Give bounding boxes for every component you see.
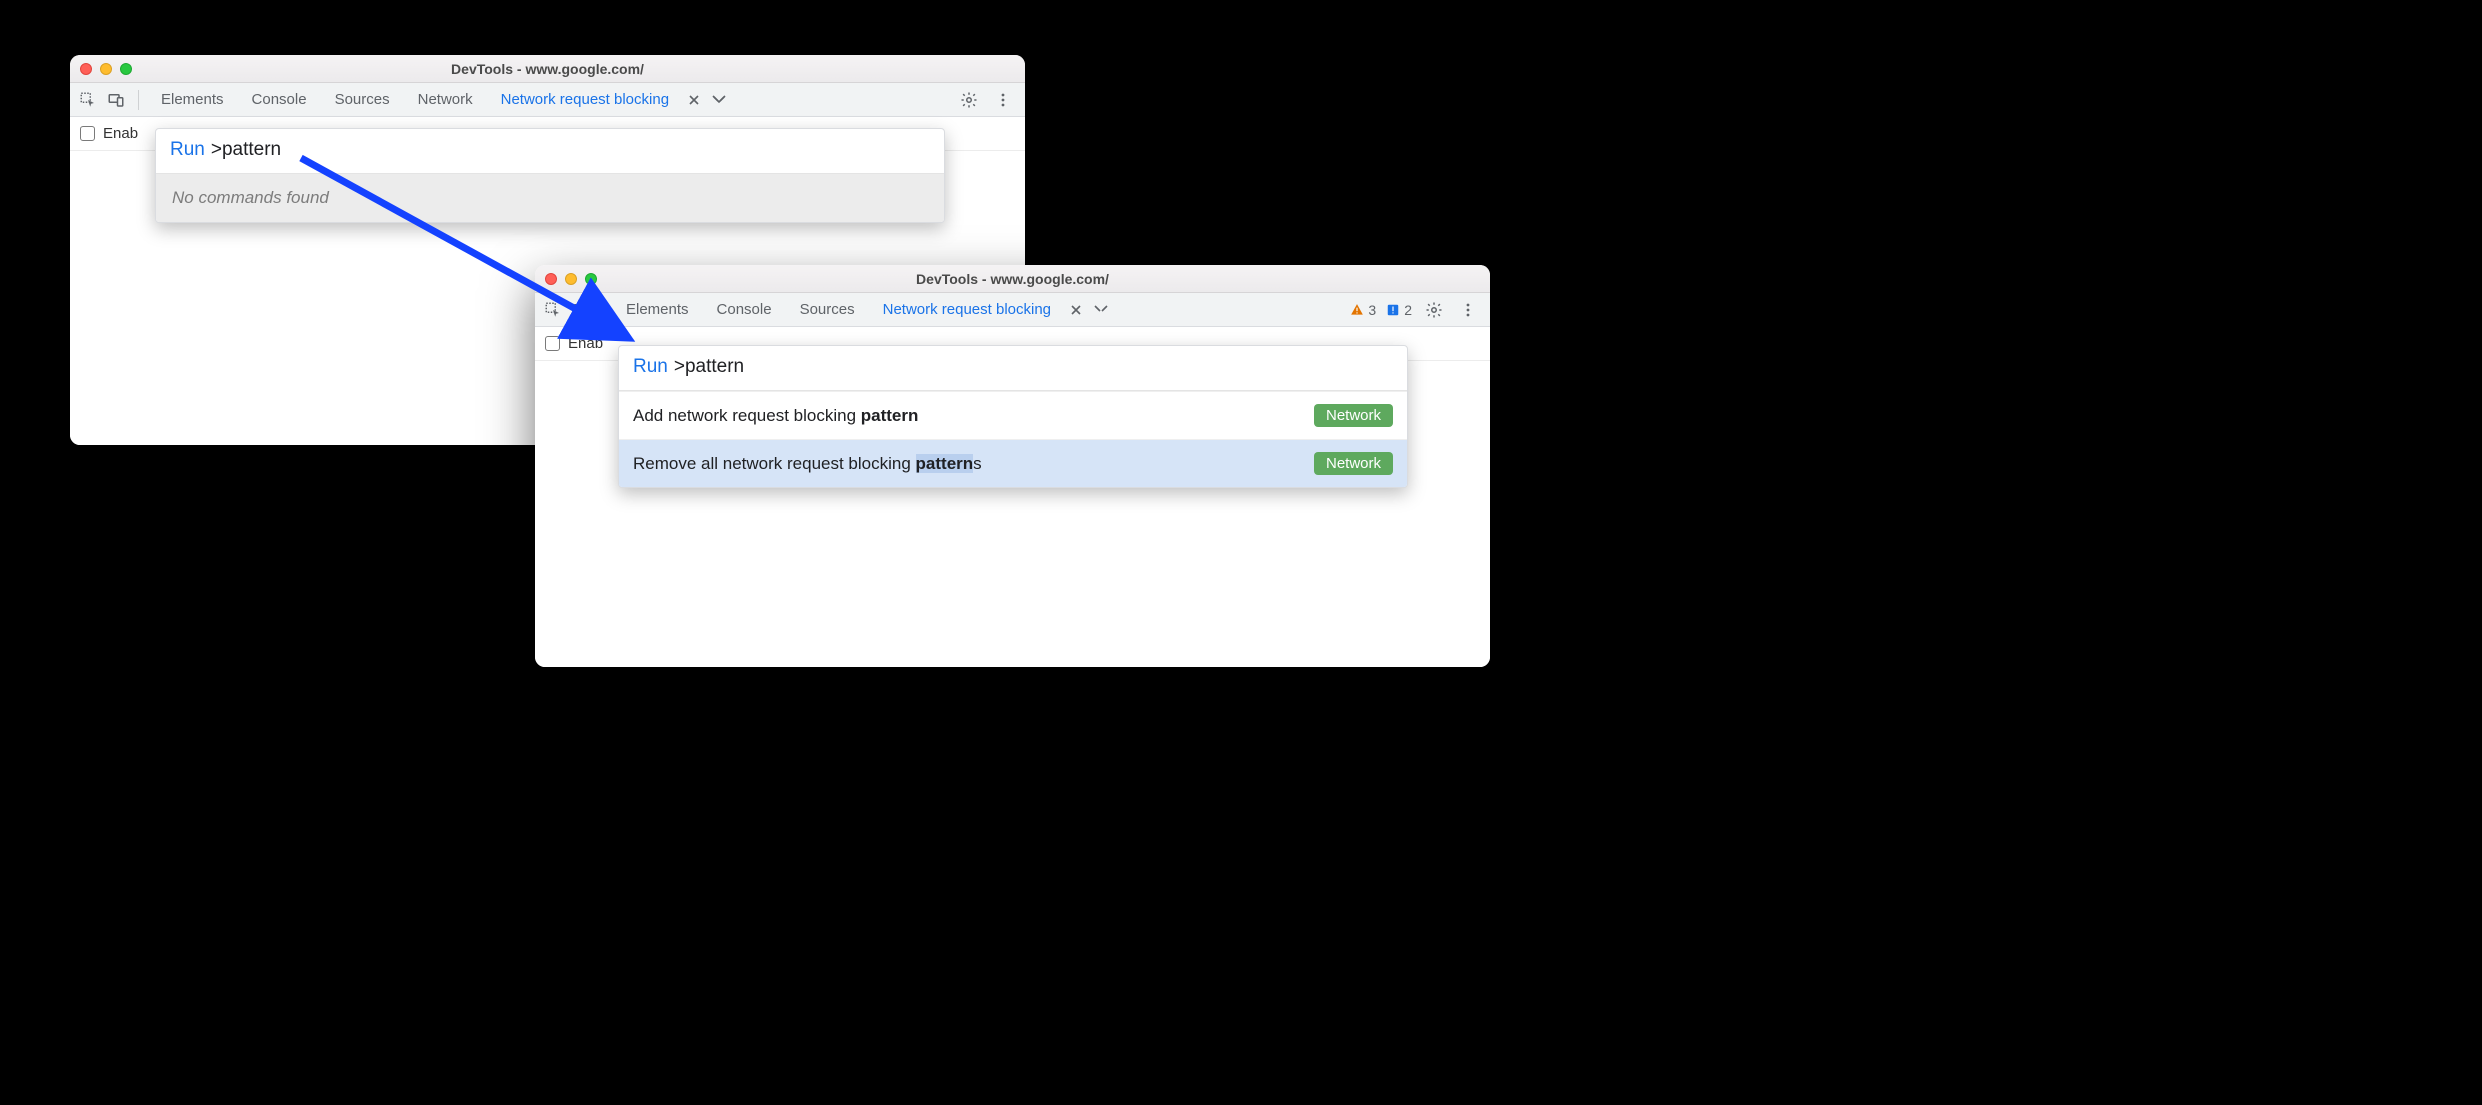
command-result-remove-patterns[interactable]: Remove all network request blocking patt…: [619, 439, 1407, 487]
zoom-icon[interactable]: [120, 63, 132, 75]
result-text-prefix: Remove all network request blocking: [633, 454, 916, 473]
enable-label: Enab: [103, 125, 138, 142]
result-text-suffix: s: [973, 454, 982, 473]
device-toggle-icon[interactable]: [569, 298, 593, 322]
more-tabs-icon[interactable]: [1089, 298, 1113, 322]
close-icon[interactable]: [545, 273, 557, 285]
warnings-count: 3: [1368, 302, 1376, 318]
tab-console[interactable]: Console: [240, 85, 319, 114]
tab-console[interactable]: Console: [705, 295, 784, 324]
close-icon[interactable]: [80, 63, 92, 75]
command-menu-before: Run >pattern No commands found: [155, 128, 945, 223]
enable-label: Enab: [568, 335, 603, 352]
inspect-icon[interactable]: [541, 298, 565, 322]
traffic-lights: [545, 273, 597, 285]
minimize-icon[interactable]: [565, 273, 577, 285]
window-title: DevTools - www.google.com/: [451, 61, 644, 77]
inspect-icon[interactable]: [76, 88, 100, 112]
tab-elements[interactable]: Elements: [149, 85, 236, 114]
run-prefix: Run: [633, 356, 668, 378]
kebab-icon[interactable]: [991, 88, 1015, 112]
result-text-match: pattern: [861, 406, 919, 425]
issues-count: 2: [1404, 302, 1412, 318]
tab-network-request-blocking[interactable]: Network request blocking: [489, 85, 681, 114]
gear-icon[interactable]: [1422, 298, 1446, 322]
tab-network[interactable]: Network: [406, 85, 485, 114]
devtools-toolbar: Elements Console Sources Network request…: [535, 293, 1490, 327]
issues-badge[interactable]: 2: [1386, 302, 1412, 318]
command-input[interactable]: Run >pattern: [619, 346, 1407, 391]
run-prefix: Run: [170, 139, 205, 161]
titlebar: DevTools - www.google.com/: [70, 55, 1025, 83]
result-category-badge: Network: [1314, 404, 1393, 427]
close-tab-icon[interactable]: [1067, 298, 1085, 322]
command-menu-after: Run >pattern Add network request blockin…: [618, 345, 1408, 488]
tab-sources[interactable]: Sources: [788, 295, 867, 324]
enable-checkbox[interactable]: [545, 336, 560, 351]
result-category-badge: Network: [1314, 452, 1393, 475]
traffic-lights: [80, 63, 132, 75]
kebab-icon[interactable]: [1456, 298, 1480, 322]
command-result-add-pattern[interactable]: Add network request blocking pattern Net…: [619, 391, 1407, 439]
tab-elements[interactable]: Elements: [614, 295, 701, 324]
warnings-badge[interactable]: 3: [1350, 302, 1376, 318]
more-tabs-icon[interactable]: [707, 88, 731, 112]
enable-checkbox[interactable]: [80, 126, 95, 141]
command-input[interactable]: Run >pattern: [156, 129, 944, 174]
command-query: >pattern: [211, 139, 281, 161]
close-tab-icon[interactable]: [685, 88, 703, 112]
tab-network-request-blocking[interactable]: Network request blocking: [871, 295, 1063, 324]
window-title: DevTools - www.google.com/: [916, 271, 1109, 287]
zoom-icon[interactable]: [585, 273, 597, 285]
device-toggle-icon[interactable]: [104, 88, 128, 112]
gear-icon[interactable]: [957, 88, 981, 112]
command-query: >pattern: [674, 356, 744, 378]
tab-sources[interactable]: Sources: [323, 85, 402, 114]
no-commands-message: No commands found: [156, 174, 944, 222]
result-text-match: pattern: [916, 454, 974, 473]
result-text-prefix: Add network request blocking: [633, 406, 861, 425]
titlebar: DevTools - www.google.com/: [535, 265, 1490, 293]
minimize-icon[interactable]: [100, 63, 112, 75]
devtools-toolbar: Elements Console Sources Network Network…: [70, 83, 1025, 117]
